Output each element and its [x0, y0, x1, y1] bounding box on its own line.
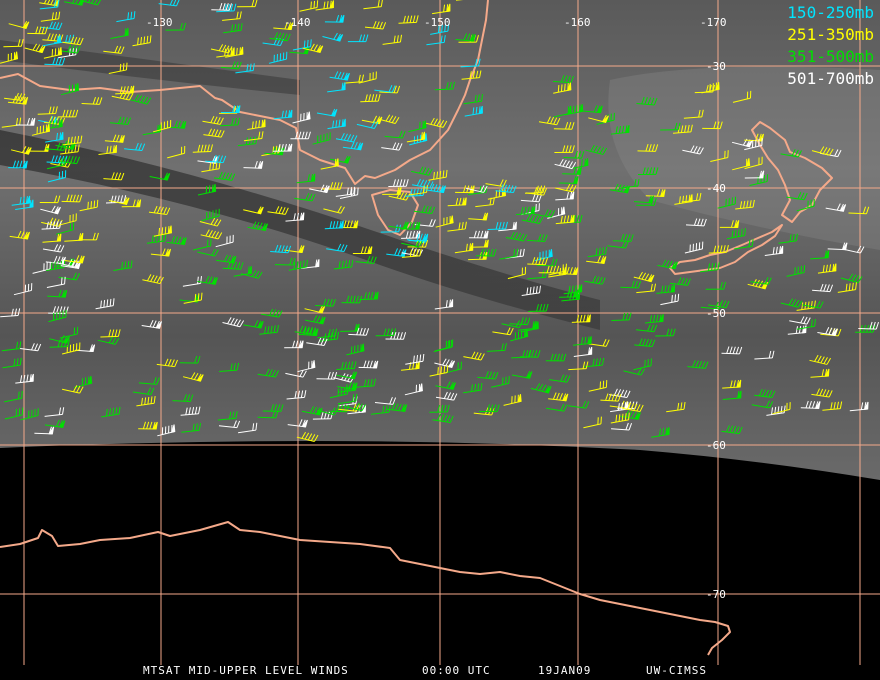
legend-item-351-500mb: 351-500mb: [787, 47, 874, 66]
legend-item-501-700mb: 501-700mb: [787, 69, 874, 88]
caption-product: MTSAT MID-UPPER LEVEL WINDS: [143, 664, 349, 677]
latitude-label-60: -60: [706, 439, 726, 452]
latitude-label-40: -40: [706, 182, 726, 195]
longitude-label-140: -140: [284, 16, 311, 29]
legend-item-150-250mb: 150-250mb: [787, 3, 874, 22]
latitude-label-30: -30: [706, 60, 726, 73]
latitude-label-70: -70: [706, 588, 726, 601]
latitude-label-50: -50: [706, 307, 726, 320]
antarctica-coastline: [0, 521, 731, 656]
caption-source: UW-CIMSS: [646, 664, 707, 677]
pressure-level-legend: 150-250mb 251-350mb 351-500mb 501-700mb: [787, 2, 874, 90]
map-caption: MTSAT MID-UPPER LEVEL WINDS 00:00 UTC 19…: [0, 664, 880, 678]
satellite-map-canvas: [0, 0, 880, 665]
legend-item-251-350mb: 251-350mb: [787, 25, 874, 44]
longitude-label-170: -170: [700, 16, 727, 29]
longitude-label-150: -150: [424, 16, 451, 29]
longitude-label-160: -160: [564, 16, 591, 29]
longitude-label-130: -130: [146, 16, 173, 29]
wind-map: -130 -140 -150 -160 -170 -30 -40 -50 -60…: [0, 0, 880, 680]
caption-date: 19JAN09: [538, 664, 592, 677]
caption-time: 00:00 UTC: [422, 664, 491, 677]
